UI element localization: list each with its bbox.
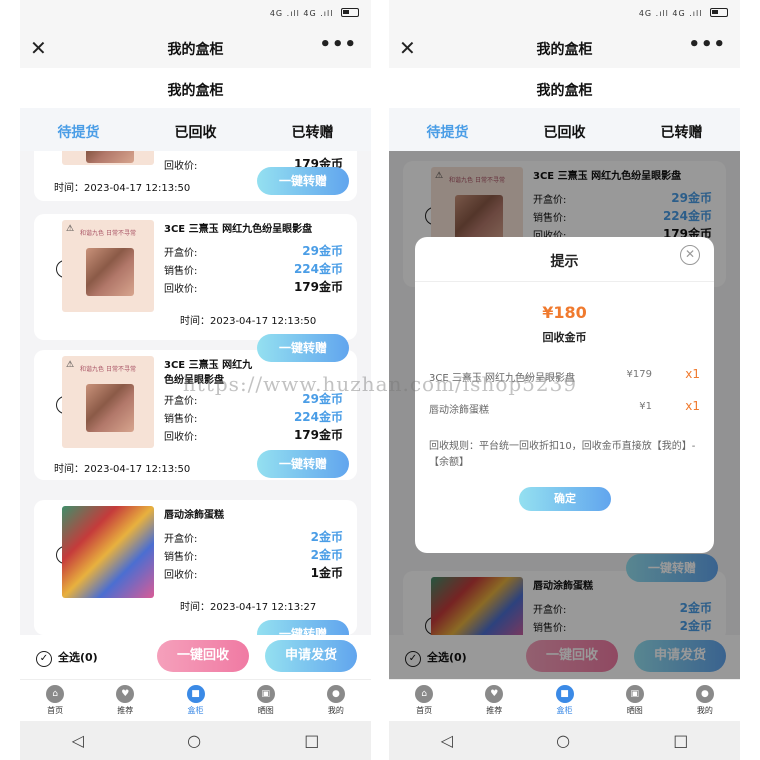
signal-indicator: 4G .ıll 4G .ıll: [638, 9, 703, 18]
gallery-icon: ▣: [256, 685, 275, 703]
status-bar: 4G .ıll 4G .ıll: [389, 0, 740, 28]
product-thumbnail: ⚠ 和谐九色 日常不寻常: [62, 356, 154, 448]
profile-icon: ●: [326, 685, 345, 703]
recommend-icon: ♥: [116, 685, 135, 703]
battery-icon: [710, 8, 728, 17]
transfer-button[interactable]: 一键转赠: [257, 450, 349, 478]
home-icon: ⌂: [415, 685, 434, 703]
tabbar-item-recommend[interactable]: ♥ 推荐: [459, 680, 529, 721]
list-item: ✓ 唇动涂飾蛋糕 开盒价:2金币 销售价:2金币 回收价:1金币 时间：2023…: [34, 500, 357, 635]
tabbar-item-profile[interactable]: ● 我的: [670, 680, 740, 721]
divider: [415, 281, 714, 282]
product-name: 3CE 三熹玉 网红九色纷呈眼影盘: [164, 224, 313, 235]
window-title: 我的盒柜: [536, 42, 593, 58]
home-nav-icon[interactable]: ○: [187, 731, 201, 750]
sale-price-row: 销售价: 2金币: [164, 548, 343, 563]
recycle-price-row: 回收价: 1金币: [164, 566, 343, 581]
status-bar: 4G .ıll 4G .ıll: [20, 0, 371, 28]
time-label: 时间：2023-04-17 12:13:27: [180, 602, 317, 613]
recycle-all-button[interactable]: 一键回收: [157, 640, 249, 672]
transfer-button[interactable]: 一键转赠: [257, 334, 349, 362]
tabbar-item-recommend[interactable]: ♥ 推荐: [90, 680, 160, 721]
home-nav-icon[interactable]: ○: [556, 731, 570, 750]
dialog-title: 提示: [550, 254, 579, 270]
open-price-row: 开盒价: 29金币: [164, 244, 343, 259]
tab-transferred[interactable]: 已转赠: [254, 108, 371, 151]
tabbar-item-cabinet[interactable]: ■ 盒柜: [160, 680, 230, 721]
request-shipping-button[interactable]: 申请发货: [265, 640, 357, 672]
recycle-rule-text: 回收规则：平台统一回收折扣10，回收金币直接放【我的】-【余额】: [429, 441, 696, 468]
sale-price-row: 销售价: 224金币: [164, 262, 343, 277]
watermark-text: https://www.huzhan.com/ishop5239: [182, 372, 578, 396]
box-cabinet-icon: ■: [555, 685, 574, 703]
battery-icon: [341, 8, 359, 17]
list-item: 回收价: 179金币 时间：2023-04-17 12:13:50 一键转赠: [34, 151, 357, 201]
system-nav-bar: ◁ ○ □: [20, 721, 371, 760]
back-icon[interactable]: ◁: [441, 731, 453, 750]
select-all[interactable]: ✓ 全选(0): [36, 649, 98, 667]
back-icon[interactable]: ◁: [72, 731, 84, 750]
page-title: 我的盒柜: [389, 68, 740, 108]
tab-bar: 待提货 已回收 已转赠: [20, 108, 371, 151]
product-name: 唇动涂飾蛋糕: [164, 510, 224, 521]
tab-transferred[interactable]: 已转赠: [623, 108, 740, 151]
list-item: ✓ ⚠ 和谐九色 日常不寻常 3CE 三熹玉 网红九色纷呈眼影盘 开盒价:29金…: [34, 214, 357, 362]
tabbar-item-gallery[interactable]: ▣ 晒图: [600, 680, 670, 721]
product-thumbnail: [62, 506, 154, 598]
system-nav-bar: ◁ ○ □: [389, 721, 740, 760]
recycle-item-qty: x1: [685, 399, 700, 413]
product-thumbnail: [62, 151, 154, 165]
tabbar-item-cabinet[interactable]: ■ 盒柜: [529, 680, 599, 721]
recycle-amount-label: 回收金币: [542, 331, 587, 344]
time-label: 时间：2023-04-17 12:13:50: [54, 464, 191, 475]
check-icon: ✓: [36, 651, 52, 667]
recycle-amount: ¥180: [542, 303, 587, 322]
title-bar: ✕ 我的盒柜 •••: [389, 28, 740, 68]
recommend-icon: ♥: [485, 685, 504, 703]
home-icon: ⌂: [46, 685, 65, 703]
open-price-row: 开盒价: 2金币: [164, 530, 343, 545]
tabbar-item-profile[interactable]: ● 我的: [301, 680, 371, 721]
time-label: 时间：2023-04-17 12:13:50: [180, 316, 317, 327]
sale-price-row: 销售价: 224金币: [164, 410, 343, 425]
recycle-item-price: ¥1: [639, 401, 652, 412]
product-thumbnail: ⚠ 和谐九色 日常不寻常: [62, 220, 154, 312]
recycle-item-name: 唇动涂飾蛋糕: [429, 405, 489, 416]
tabbar-item-gallery[interactable]: ▣ 晒图: [231, 680, 301, 721]
recycle-item-row: 唇动涂飾蛋糕 ¥1 x1: [429, 399, 700, 416]
gallery-icon: ▣: [625, 685, 644, 703]
confirm-button[interactable]: 确定: [519, 487, 611, 511]
list-item: ✓ ⚠ 和谐九色 日常不寻常 3CE 三熹玉 网红九 色纷呈眼影盘 开盒价:29…: [34, 350, 357, 480]
recent-apps-icon[interactable]: □: [673, 731, 688, 750]
window-title: 我的盒柜: [167, 42, 224, 58]
box-cabinet-icon: ■: [186, 685, 205, 703]
action-bar: ✓ 全选(0) 一键回收 申请发货: [20, 635, 371, 679]
page-title: 我的盒柜: [20, 68, 371, 108]
bottom-tabbar: ⌂ 首页 ♥ 推荐 ■ 盒柜 ▣ 晒图 ● 我的: [389, 679, 740, 721]
more-options-icon[interactable]: •••: [319, 34, 357, 55]
time-label: 时间：2023-04-17 12:13:50: [54, 183, 191, 194]
recent-apps-icon[interactable]: □: [304, 731, 319, 750]
recycle-price-row: 回收价:179金币: [164, 280, 343, 295]
bottom-tabbar: ⌂ 首页 ♥ 推荐 ■ 盒柜 ▣ 晒图 ● 我的: [20, 679, 371, 721]
tab-recycled[interactable]: 已回收: [506, 108, 623, 151]
transfer-button[interactable]: 一键转赠: [257, 167, 349, 195]
close-icon[interactable]: ✕: [680, 245, 700, 265]
tab-pending[interactable]: 待提货: [20, 108, 137, 151]
profile-icon: ●: [695, 685, 714, 703]
recycle-price-row: 回收价:179金币: [164, 428, 343, 443]
tab-bar: 待提货 已回收 已转赠: [389, 108, 740, 151]
tab-pending[interactable]: 待提货: [389, 108, 506, 151]
more-options-icon[interactable]: •••: [688, 34, 726, 55]
signal-indicator: 4G .ıll 4G .ıll: [269, 9, 334, 18]
transfer-button[interactable]: 一键转赠: [257, 620, 349, 635]
title-bar: ✕ 我的盒柜 •••: [20, 28, 371, 68]
tabbar-item-home[interactable]: ⌂ 首页: [20, 680, 90, 721]
tab-recycled[interactable]: 已回收: [137, 108, 254, 151]
tabbar-item-home[interactable]: ⌂ 首页: [389, 680, 459, 721]
